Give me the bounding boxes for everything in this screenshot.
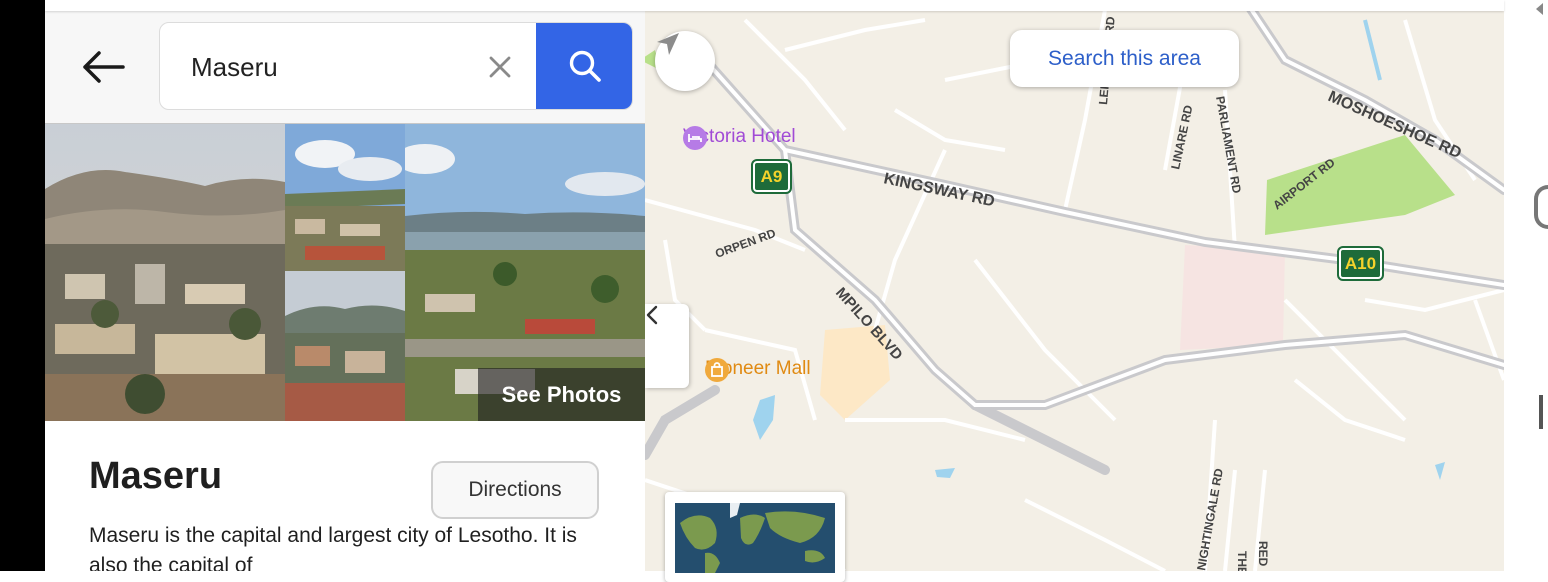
route-shield-a10: A10	[1337, 246, 1384, 281]
clear-search-button[interactable]	[482, 49, 518, 85]
directions-button[interactable]: Directions	[431, 461, 599, 519]
world-map-icon	[675, 503, 835, 573]
arrow-left-icon	[82, 51, 125, 83]
road-label-the: THE	[1235, 551, 1249, 571]
my-location-button[interactable]	[655, 31, 715, 91]
search-box	[159, 22, 633, 110]
district-area	[1180, 245, 1285, 350]
scroll-arrow-icon	[1536, 3, 1543, 15]
poi-victoria-hotel[interactable]: Victoria Hotel	[683, 126, 796, 150]
back-button[interactable]	[75, 41, 130, 93]
place-title: Maseru	[89, 455, 223, 497]
partial-bar	[1539, 395, 1543, 429]
search-bar	[45, 11, 645, 123]
collapse-panel-button[interactable]	[645, 304, 689, 388]
top-bar	[45, 0, 1504, 11]
bed-icon	[683, 126, 707, 150]
search-button[interactable]	[536, 23, 632, 109]
road-label-red: RED	[1256, 541, 1270, 567]
navigation-arrow-icon	[657, 33, 679, 55]
shopping-bag-icon	[705, 358, 729, 382]
map-view[interactable]: KINGSWAY RD MPILO BLVD ORPEN RD MOSHOESH…	[645, 0, 1504, 582]
chevron-left-icon	[646, 305, 658, 325]
search-icon	[569, 50, 601, 82]
world-minimap[interactable]	[665, 492, 845, 582]
photo-thumb-1[interactable]	[285, 124, 405, 271]
window-left-edge	[0, 0, 45, 571]
see-photos-button[interactable]: See Photos	[478, 368, 645, 421]
place-description: Maseru is the capital and largest city o…	[89, 524, 577, 571]
photo-main[interactable]	[45, 124, 285, 421]
partial-glyph	[1534, 185, 1548, 229]
place-panel: See Photos Maseru Directions Maseru is t…	[45, 11, 645, 571]
search-input[interactable]	[160, 23, 505, 109]
close-icon	[489, 56, 511, 78]
route-shield-a9: A9	[751, 159, 792, 194]
photo-large[interactable]: See Photos	[405, 124, 645, 421]
search-this-area-button[interactable]: Search this area	[1010, 30, 1239, 87]
poi-pioneer-mall[interactable]: Pioneer Mall	[705, 358, 811, 382]
photo-gallery[interactable]: See Photos	[45, 123, 645, 421]
photo-thumb-2[interactable]	[285, 271, 405, 421]
right-window-edge	[1504, 0, 1548, 571]
